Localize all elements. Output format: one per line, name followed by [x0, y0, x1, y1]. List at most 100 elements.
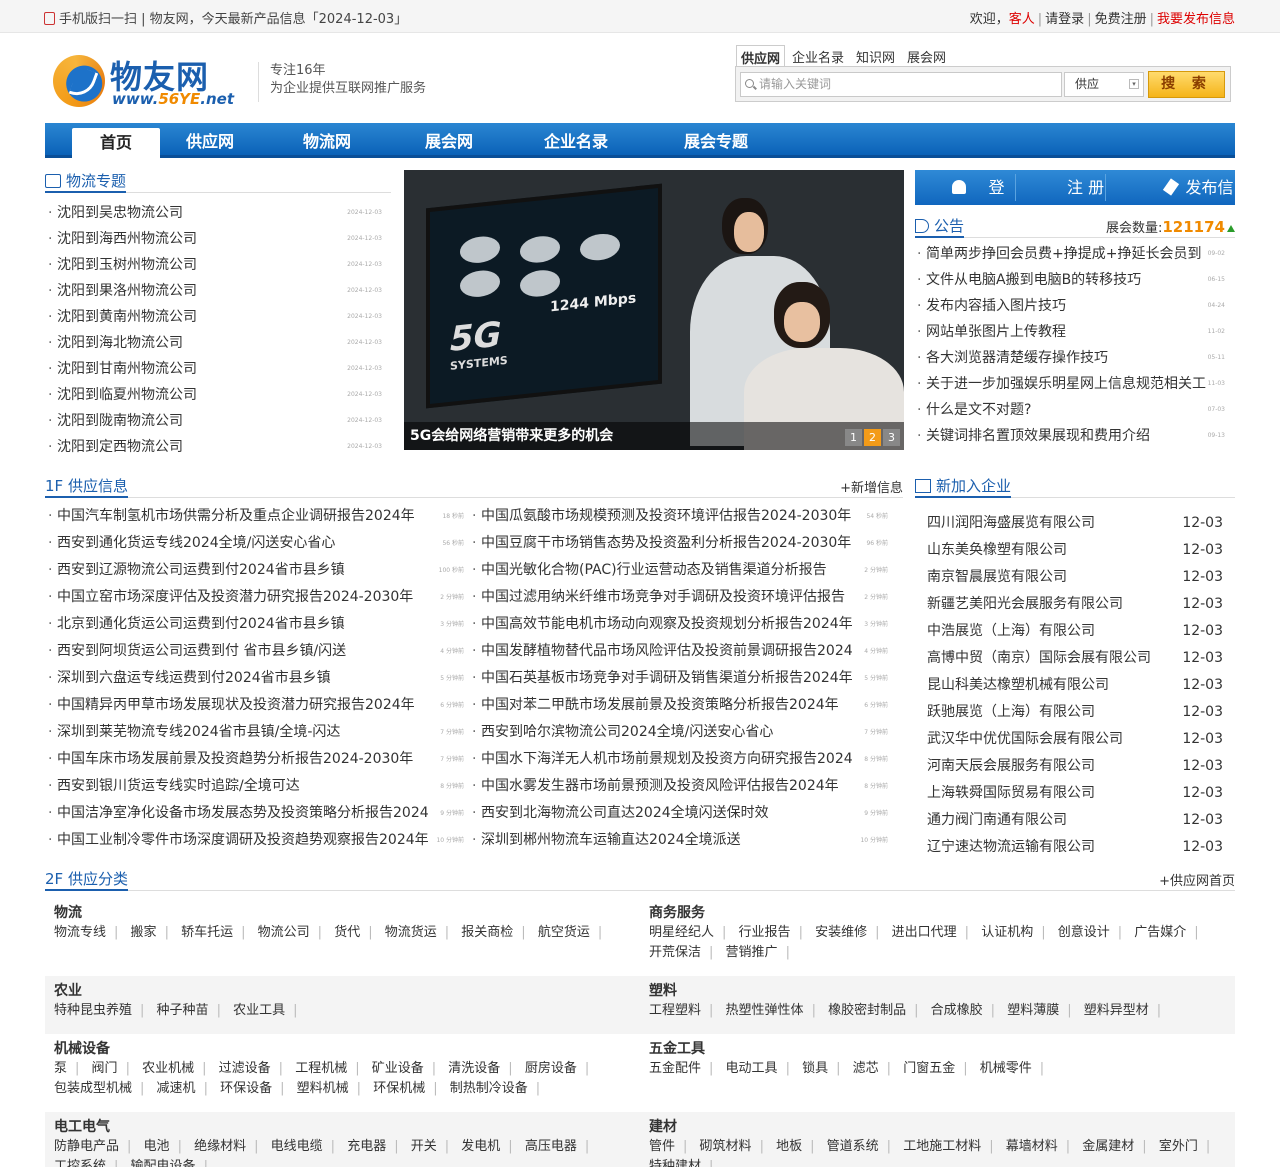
category-heading[interactable]: 商务服务 [649, 902, 705, 922]
category-link[interactable]: 充电器 [347, 1139, 406, 1154]
search-type-select[interactable]: 供应 ▾ [1064, 72, 1144, 97]
notice-item[interactable]: 什么是文不对题? 07-03 [915, 397, 1225, 423]
company-item[interactable]: 跃驰展览（上海）有限公司 12-03 [915, 699, 1235, 726]
company-item[interactable]: 上海轶舜国际贸易有限公司 12-03 [915, 780, 1235, 807]
category-link[interactable]: 安装维修 [815, 925, 887, 940]
supply-item[interactable]: 中国工业制冷零件市场深度调研及投资趋势观察报告2024年 10 分钟前 [46, 827, 464, 854]
logistics-item[interactable]: 沈阳到果洛州物流公司 2024-12-03 [46, 278, 382, 304]
category-link[interactable]: 创意设计 [1058, 925, 1130, 940]
logistics-item[interactable]: 沈阳到陇南物流公司 2024-12-03 [46, 408, 382, 434]
category-heading[interactable]: 电工电气 [54, 1116, 110, 1136]
category-heading[interactable]: 机械设备 [54, 1038, 110, 1058]
supply-item[interactable]: 中国豆腐干市场销售态势及投资盈利分析报告2024-2030年 96 秒前 [470, 530, 888, 557]
supply-item[interactable]: 西安到阿坝货运公司运费到付 省市县乡镇/闪送 4 分钟前 [46, 638, 464, 665]
category-link[interactable]: 物流公司 [258, 925, 330, 940]
category-link[interactable]: 塑料薄膜 [1007, 1003, 1079, 1018]
category-link[interactable]: 滤芯 [853, 1061, 899, 1076]
supply-item[interactable]: 深圳到莱芜物流专线2024省市县镇/全境-闪达 7 分钟前 [46, 719, 464, 746]
company-item[interactable]: 南京智晨展览有限公司 12-03 [915, 564, 1235, 591]
category-link[interactable]: 环保机械 [373, 1081, 445, 1096]
logistics-item[interactable]: 沈阳到海西州物流公司 2024-12-03 [46, 226, 382, 252]
nav-directory[interactable]: 企业名录 [521, 123, 631, 158]
supply-item[interactable]: 西安到北海物流公司直达2024全境闪送保时效 9 分钟前 [470, 800, 888, 827]
category-link[interactable]: 室外门 [1159, 1139, 1218, 1154]
mobile-scan-text[interactable]: 手机版扫一扫 | 物友网，今天最新产品信息「2024-12-03」 [59, 12, 407, 27]
categories-more-link[interactable]: +供应网首页 [1159, 870, 1235, 889]
logistics-item[interactable]: 沈阳到临夏州物流公司 2024-12-03 [46, 382, 382, 408]
category-link[interactable]: 报关商检 [461, 925, 533, 940]
notice-item[interactable]: 网站单张图片上传教程 11-02 [915, 319, 1225, 345]
categories-title[interactable]: 2F 供应分类 [45, 869, 128, 891]
banner-dot-2[interactable]: 2 [864, 429, 881, 446]
category-link[interactable]: 金属建材 [1082, 1139, 1154, 1154]
category-link[interactable]: 矿业设备 [372, 1061, 444, 1076]
logistics-item[interactable]: 沈阳到甘南州物流公司 2024-12-03 [46, 356, 382, 382]
category-link[interactable]: 轿车托运 [181, 925, 253, 940]
notice-item[interactable]: 关于进一步加强娱乐明星网上信息规范相关工11-03 [915, 371, 1225, 397]
category-link[interactable]: 开关 [411, 1139, 457, 1154]
category-link[interactable]: 管件 [649, 1139, 695, 1154]
supply-item[interactable]: 中国水下海洋无人机市场前景规划及投资方向研究报告2024 8 分钟前 [470, 746, 888, 773]
category-link[interactable]: 橡胶密封制品 [828, 1003, 926, 1018]
logistics-item[interactable]: 沈阳到吴忠物流公司 2024-12-03 [46, 200, 382, 226]
category-link[interactable]: 进出口代理 [892, 925, 977, 940]
category-link[interactable]: 减速机 [157, 1081, 216, 1096]
banner-caption[interactable]: 5G会给网络营销带来更多的机会 [404, 422, 904, 450]
logistics-item[interactable]: 沈阳到海北物流公司 2024-12-03 [46, 330, 382, 356]
category-link[interactable]: 营销推广 [726, 945, 798, 960]
supply-item[interactable]: 西安到通化货运专线2024全境/闪送安心省心 56 秒前 [46, 530, 464, 557]
supply-item[interactable]: 深圳到六盘运专线运费到付2024省市县乡镇 5 分钟前 [46, 665, 464, 692]
company-item[interactable]: 辽宁速达物流运输有限公司 12-03 [915, 834, 1235, 861]
category-link[interactable]: 厨房设备 [525, 1061, 597, 1076]
logistics-item[interactable]: 沈阳到玉树州物流公司 2024-12-03 [46, 252, 382, 278]
category-link[interactable]: 地板 [776, 1139, 822, 1154]
notice-item[interactable]: 发布内容插入图片技巧 04-24 [915, 293, 1225, 319]
publish-button[interactable]: 发布信息 [1115, 170, 1235, 232]
logistics-item[interactable]: 沈阳到黄南州物流公司 2024-12-03 [46, 304, 382, 330]
notice-title[interactable]: 公告 [915, 216, 965, 238]
nav-exhibition[interactable]: 展会网 [399, 123, 499, 158]
search-tab-knowledge[interactable]: 知识网 [851, 44, 900, 68]
category-link[interactable]: 电线电缆 [271, 1139, 343, 1154]
category-link[interactable]: 泵 [54, 1061, 87, 1076]
category-link[interactable]: 输配电设备 [131, 1159, 216, 1167]
supply-item[interactable]: 中国车床市场发展前景及投资趋势分析报告2024-2030年 7 分钟前 [46, 746, 464, 773]
category-link[interactable]: 高压电器 [525, 1139, 597, 1154]
category-link[interactable]: 工地施工材料 [903, 1139, 1001, 1154]
supply-title[interactable]: 1F 供应信息 [45, 476, 128, 498]
category-link[interactable]: 认证机构 [981, 925, 1053, 940]
category-link[interactable]: 环保设备 [220, 1081, 292, 1096]
supply-item[interactable]: 中国洁净室净化设备市场发展态势及投资策略分析报告2024 9 分钟前 [46, 800, 464, 827]
supply-item[interactable]: 中国立窑市场深度评估及投资潜力研究报告2024-2030年 2 分钟前 [46, 584, 464, 611]
supply-item[interactable]: 中国对苯二甲酰市场发展前景及投资策略分析报告2024年 6 分钟前 [470, 692, 888, 719]
category-link[interactable]: 电池 [144, 1139, 190, 1154]
category-link[interactable]: 锁具 [802, 1061, 848, 1076]
logistics-item[interactable]: 沈阳到定西物流公司 2024-12-03 [46, 434, 382, 460]
supply-item[interactable]: 中国过滤用纳米纤维市场竞争对手调研及投资环境评估报告 2 分钟前 [470, 584, 888, 611]
nav-supply[interactable]: 供应网 [160, 123, 260, 158]
company-item[interactable]: 昆山科美达橡塑机械有限公司 12-03 [915, 672, 1235, 699]
category-link[interactable]: 阀门 [92, 1061, 138, 1076]
nav-exhibition-topics[interactable]: 展会专题 [661, 123, 771, 158]
category-heading[interactable]: 农业 [54, 980, 82, 1000]
category-link[interactable]: 特种建材 [649, 1159, 721, 1167]
category-link[interactable]: 防静电产品 [54, 1139, 139, 1154]
supply-item[interactable]: 西安到哈尔滨物流公司2024全境/闪送安心省心 7 分钟前 [470, 719, 888, 746]
category-link[interactable]: 物流专线 [54, 925, 126, 940]
supply-item[interactable]: 中国瓜氨酸市场规模预测及投资环境评估报告2024-2030年 54 秒前 [470, 503, 888, 530]
banner-dot-1[interactable]: 1 [845, 429, 862, 446]
supply-item[interactable]: 中国光敏化合物(PAC)行业运营动态及销售渠道分析报告 2 分钟前 [470, 557, 888, 584]
category-link[interactable]: 五金配件 [649, 1061, 721, 1076]
category-link[interactable]: 工程机械 [295, 1061, 367, 1076]
register-link[interactable]: 免费注册 [1095, 12, 1147, 27]
category-link[interactable]: 货代 [334, 925, 380, 940]
company-item[interactable]: 新疆艺美阳光会展服务有限公司 12-03 [915, 591, 1235, 618]
notice-item[interactable]: 关键词排名置顶效果展现和费用介绍 09-13 [915, 423, 1225, 449]
category-link[interactable]: 农业工具 [233, 1003, 305, 1018]
category-heading[interactable]: 五金工具 [649, 1038, 705, 1058]
category-link[interactable]: 塑料异型材 [1084, 1003, 1169, 1018]
nav-logistics[interactable]: 物流网 [277, 123, 377, 158]
supply-item[interactable]: 北京到通化货运公司运费到付2024省市县乡镇 3 分钟前 [46, 611, 464, 638]
category-link[interactable]: 热塑性弹性体 [726, 1003, 824, 1018]
category-link[interactable]: 搬家 [131, 925, 177, 940]
